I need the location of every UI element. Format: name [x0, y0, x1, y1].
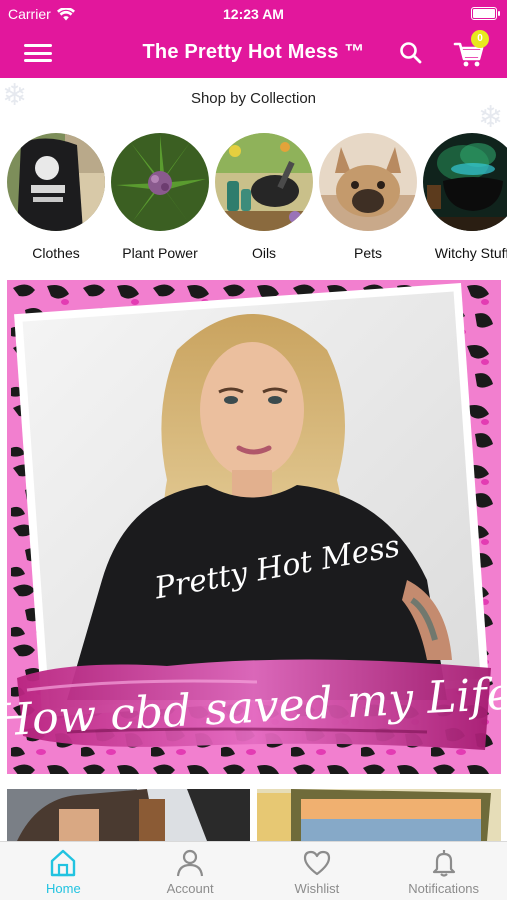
promo-tile-right[interactable]	[257, 789, 501, 841]
tab-home[interactable]: Home	[0, 842, 127, 900]
tab-label: Account	[166, 881, 214, 896]
collection-label: Clothes	[32, 245, 80, 261]
collection-plant-power[interactable]: Plant Power	[111, 133, 209, 261]
promo-tile-left[interactable]	[7, 789, 250, 841]
tab-account[interactable]: Account	[127, 842, 254, 900]
collection-label: Witchy Stuff	[434, 245, 507, 261]
collection-image	[423, 133, 507, 231]
collection-oils[interactable]: Oils	[215, 133, 313, 261]
tab-label: Wishlist	[294, 881, 340, 896]
collections-heading: Shop by Collection	[190, 90, 317, 107]
heart-icon	[303, 850, 330, 876]
bell-icon	[432, 850, 455, 877]
tab-label: Notifications	[408, 881, 480, 896]
collection-label: Oils	[251, 245, 277, 261]
app-title: The Pretty Hot Mess ™	[142, 41, 365, 63]
collection-image	[319, 133, 417, 231]
status-time: 12:23 AM	[223, 6, 284, 22]
collection-witchy-stuff[interactable]: Witchy Stuff	[423, 133, 507, 261]
collection-label: Pets	[353, 245, 382, 261]
bottom-tab-bar: Home Account Wishlist Notifications	[0, 841, 507, 900]
cart-count-badge: 0	[471, 30, 489, 48]
collection-image	[215, 133, 313, 231]
tab-notifications[interactable]: Notifications	[380, 842, 507, 900]
tab-wishlist[interactable]: Wishlist	[254, 842, 381, 900]
user-icon	[177, 849, 204, 877]
collection-pets[interactable]: Pets	[319, 133, 417, 261]
tab-label: Home	[46, 881, 81, 896]
status-bar: Carrier 12:23 AM	[0, 0, 507, 28]
collection-clothes[interactable]: Clothes	[7, 133, 105, 261]
collection-image	[111, 133, 209, 231]
collection-image	[7, 133, 105, 231]
battery-icon	[471, 7, 500, 20]
top-navbar: The Pretty Hot Mess ™ 0	[0, 28, 507, 78]
home-icon	[51, 849, 76, 877]
hero-banner[interactable]: Pretty Hot Mess How cbd saved my Life	[7, 280, 501, 774]
search-icon[interactable]	[398, 40, 424, 66]
collection-label: Plant Power	[122, 245, 198, 261]
